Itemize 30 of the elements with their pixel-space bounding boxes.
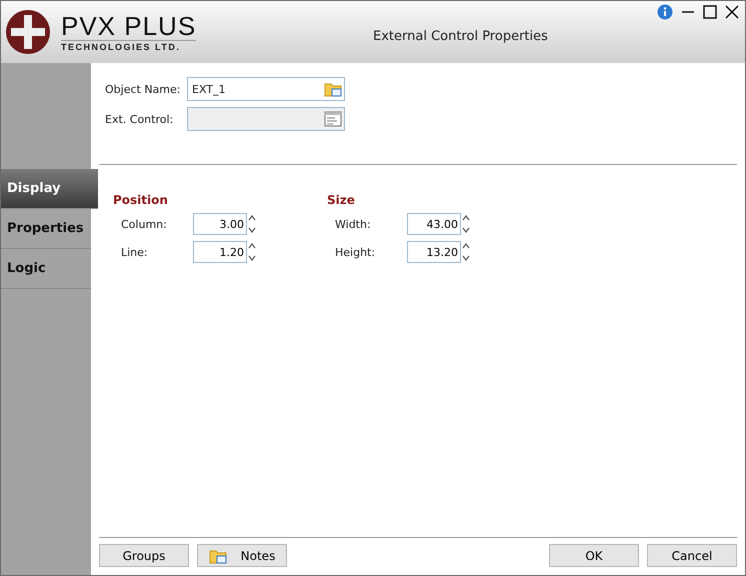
dialog-button[interactable]: Cancel bbox=[647, 544, 737, 567]
folder-icon bbox=[324, 81, 342, 97]
field-label: Ext. Control: bbox=[105, 112, 174, 126]
field-value: EXT_1 bbox=[192, 82, 226, 96]
group-title: Size bbox=[327, 193, 356, 207]
field-label: Object Name: bbox=[105, 82, 182, 96]
field-label: Line: bbox=[121, 246, 149, 258]
number-field[interactable]: 13.20 bbox=[407, 241, 461, 263]
text-field[interactable]: EXT_1 bbox=[187, 77, 345, 101]
number-field[interactable]: 43.00 bbox=[407, 213, 461, 235]
window-title: External Control Properties bbox=[373, 28, 548, 44]
field-label: Column: bbox=[121, 218, 168, 230]
number-field[interactable]: 3.00 bbox=[193, 213, 247, 235]
footer-button[interactable]: Groups bbox=[99, 544, 189, 567]
maximize-icon[interactable] bbox=[703, 5, 717, 19]
dialog-button[interactable]: OK bbox=[549, 544, 639, 567]
number-field[interactable]: 1.20 bbox=[193, 241, 247, 263]
spinner-icon[interactable] bbox=[461, 241, 471, 263]
info-icon[interactable] bbox=[657, 4, 673, 20]
spinner-icon[interactable] bbox=[461, 213, 471, 235]
field-label: Width: bbox=[335, 218, 372, 230]
spinner-icon[interactable] bbox=[247, 241, 257, 263]
spinner-icon[interactable] bbox=[247, 213, 257, 235]
brand-tagline: TECHNOLOGIES LTD. bbox=[61, 40, 196, 52]
footer-button[interactable]: Notes bbox=[197, 544, 287, 567]
group-title: Position bbox=[113, 193, 169, 207]
close-icon[interactable] bbox=[725, 5, 739, 19]
brand-name: PVX PLUS bbox=[61, 12, 196, 40]
field-label: Height: bbox=[335, 246, 376, 258]
sidebar-tab[interactable]: Display bbox=[1, 169, 98, 209]
